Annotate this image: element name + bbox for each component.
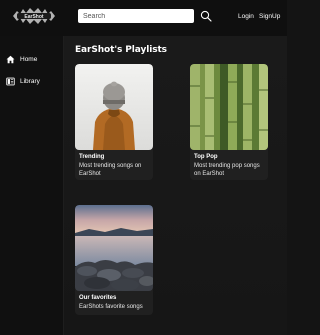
bamboo-image — [190, 64, 268, 150]
main-content: EarShot's Playlists Trending Most trendi… — [64, 36, 287, 335]
playlist-title: Our favorites — [79, 295, 117, 301]
playlist-title: Top Pop — [194, 154, 218, 160]
logo-text: EarShot — [24, 14, 44, 20]
playlist-title: Trending — [79, 154, 105, 160]
search-icon[interactable] — [200, 10, 212, 22]
playlist-description: Most trending songs on EarShot — [79, 163, 142, 177]
library-icon — [6, 77, 15, 85]
signup-link[interactable]: SignUp — [259, 13, 280, 20]
sidebar-item-library[interactable]: Library — [6, 75, 40, 87]
search-input[interactable] — [78, 9, 194, 23]
home-icon — [6, 55, 15, 63]
earshot-logo[interactable]: EarShot — [11, 6, 57, 26]
playlist-description: Most trending pop songs on EarShot — [194, 163, 260, 177]
sidebar-item-label: Home — [20, 55, 38, 63]
playlist-card-top-pop[interactable]: Top Pop Most trending pop songs on EarSh… — [190, 64, 268, 180]
sidebar-item-label: Library — [20, 77, 40, 85]
sidebar: Home Library — [0, 36, 64, 335]
top-bar: EarShot Login SignUp — [0, 0, 287, 36]
sidebar-item-home[interactable]: Home — [6, 53, 37, 65]
playlist-card-our-favorites[interactable]: Our favorites EarShots favorite songs — [75, 205, 153, 315]
person-beanie-image — [75, 64, 153, 150]
section-title: EarShot's Playlists — [75, 45, 167, 55]
lake-rocks-image — [75, 205, 153, 291]
playlist-card-trending[interactable]: Trending Most trending songs on EarShot — [75, 64, 153, 180]
login-link[interactable]: Login — [238, 13, 254, 20]
playlist-description: EarShots favorite songs — [79, 304, 143, 310]
